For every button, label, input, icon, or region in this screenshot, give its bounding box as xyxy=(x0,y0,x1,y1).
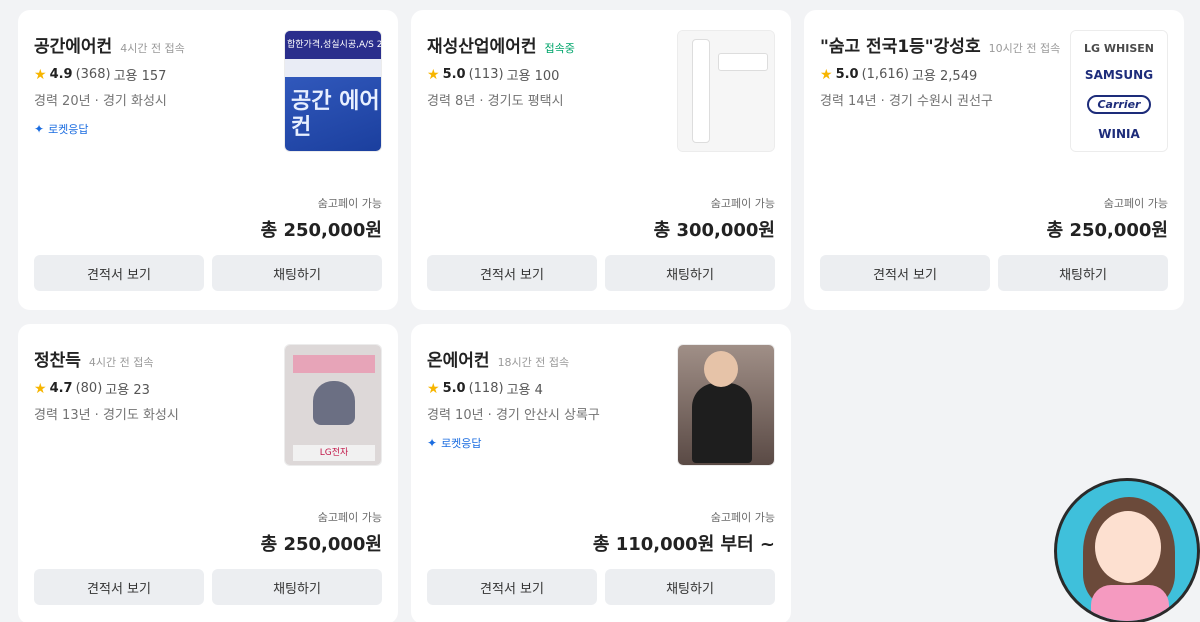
hire-count: 고용 100 xyxy=(506,69,560,84)
career-location: 경력 13년 · 경기도 화성시 xyxy=(34,408,179,423)
wall-ac-image xyxy=(718,53,768,71)
chat-button[interactable]: 채팅하기 xyxy=(998,255,1168,291)
price-total: 총 110,000원 부터 ~ xyxy=(592,534,775,555)
badge-label: 로켓응답 xyxy=(48,123,89,136)
rating-score: 5.0 xyxy=(442,381,466,396)
soomgo-pay-label: 숨고페이 가능 xyxy=(710,511,775,524)
view-quote-button[interactable]: 견적서 보기 xyxy=(427,255,597,291)
pro-card[interactable]: 공간에어컨 4시간 전 접속 ★ 4.9 (368) 고용 157 경력 20년… xyxy=(18,10,398,310)
hire-count: 고용 4 xyxy=(506,383,543,398)
hire-count: 고용 23 xyxy=(105,383,150,398)
brand-logo-carrier: Carrier xyxy=(1087,94,1151,114)
hire-count: 고용 157 xyxy=(113,69,167,84)
soomgo-pay-label: 숨고페이 가능 xyxy=(1103,197,1168,210)
last-seen-status: 18시간 전 접속 xyxy=(497,356,570,369)
pro-name[interactable]: 재성산업에어컨 xyxy=(427,32,536,57)
pro-name[interactable]: 온에어컨 xyxy=(427,346,490,371)
id-card-band xyxy=(293,355,375,373)
star-icon: ★ xyxy=(427,380,440,397)
price-total: 총 300,000원 xyxy=(653,220,775,241)
photo-person-body xyxy=(692,383,752,463)
badge-label: 로켓응답 xyxy=(441,437,482,450)
pro-thumbnail[interactable]: LG전자 xyxy=(284,344,382,466)
star-icon: ★ xyxy=(820,66,833,83)
id-photo xyxy=(313,381,355,425)
pro-thumbnail[interactable]: LG WHISEN SAMSUNG Carrier WINIA xyxy=(1070,30,1168,152)
pro-card[interactable]: 온에어컨 18시간 전 접속 ★ 5.0 (118) 고용 4 경력 10년 ·… xyxy=(411,324,791,622)
soomgo-pay-label: 숨고페이 가능 xyxy=(317,197,382,210)
pro-thumbnail[interactable] xyxy=(677,30,775,152)
brand-logo-winia: WINIA xyxy=(1098,126,1140,141)
star-icon: ★ xyxy=(427,66,440,83)
star-icon: ★ xyxy=(34,380,47,397)
avatar-face xyxy=(1095,511,1161,583)
photo-person-head xyxy=(704,351,738,387)
chat-button[interactable]: 채팅하기 xyxy=(605,255,775,291)
review-count: (368) xyxy=(75,67,111,82)
brand-logo-lg: LG WHISEN xyxy=(1084,41,1154,55)
review-count: (1,616) xyxy=(861,67,909,82)
pro-card[interactable]: 정찬득 4시간 전 접속 ★ 4.7 (80) 고용 23 경력 13년 · 경… xyxy=(18,324,398,622)
pro-card[interactable]: 재성산업에어컨 접속중 ★ 5.0 (113) 고용 100 경력 8년 · 경… xyxy=(411,10,791,310)
view-quote-button[interactable]: 견적서 보기 xyxy=(34,569,204,605)
view-quote-button[interactable]: 견적서 보기 xyxy=(427,569,597,605)
career-location: 경력 10년 · 경기 안산시 상록구 xyxy=(427,408,600,423)
rocket-icon: ✦ xyxy=(34,122,45,136)
pro-name[interactable]: 정찬득 xyxy=(34,346,81,371)
brand-logo-samsung: SAMSUNG xyxy=(1084,67,1154,82)
star-icon: ★ xyxy=(34,66,47,83)
rocket-response-badge: ✦ 로켓응답 xyxy=(34,121,278,137)
price-total: 총 250,000원 xyxy=(1046,220,1168,241)
pro-name[interactable]: 공간에어컨 xyxy=(34,32,112,57)
pro-card[interactable]: "숨고 전국1등"강성호 10시간 전 접속 ★ 5.0 (1,616) 고용 … xyxy=(804,10,1184,310)
review-count: (118) xyxy=(468,381,504,396)
view-quote-button[interactable]: 견적서 보기 xyxy=(34,255,204,291)
rocket-response-badge: ✦ 로켓응답 xyxy=(427,435,671,451)
review-count: (113) xyxy=(468,67,504,82)
hire-count: 고용 2,549 xyxy=(911,69,978,84)
last-seen-status: 4시간 전 접속 xyxy=(120,42,185,55)
avatar-shirt xyxy=(1091,585,1169,621)
last-seen-status: 10시간 전 접속 xyxy=(988,42,1061,55)
chat-button[interactable]: 채팅하기 xyxy=(212,569,382,605)
rating-score: 5.0 xyxy=(442,67,466,82)
standing-ac-image xyxy=(692,39,710,143)
pro-name[interactable]: "숨고 전국1등"강성호 xyxy=(820,32,981,57)
brand-logos-strip xyxy=(285,59,381,77)
thumbnail-logo-text: 공간 에어컨 xyxy=(291,89,380,140)
soomgo-pay-label: 숨고페이 가능 xyxy=(317,511,382,524)
view-quote-button[interactable]: 견적서 보기 xyxy=(820,255,990,291)
rating-score: 5.0 xyxy=(835,67,859,82)
pro-thumbnail[interactable] xyxy=(677,344,775,466)
chat-button[interactable]: 채팅하기 xyxy=(212,255,382,291)
career-location: 경력 14년 · 경기 수원시 권선구 xyxy=(820,94,993,109)
online-status: 접속중 xyxy=(544,42,575,55)
soomgo-pay-label: 숨고페이 가능 xyxy=(710,197,775,210)
review-count: (80) xyxy=(75,381,103,396)
rocket-icon: ✦ xyxy=(427,436,438,450)
thumbnail-banner-text: 합한가격,성실시공,A/S 2년 xyxy=(285,31,381,59)
rating-score: 4.7 xyxy=(49,381,73,396)
price-total: 총 250,000원 xyxy=(260,534,382,555)
id-card-logo: LG전자 xyxy=(293,445,375,461)
career-location: 경력 20년 · 경기 화성시 xyxy=(34,94,167,109)
floating-avatar[interactable] xyxy=(1054,478,1200,622)
last-seen-status: 4시간 전 접속 xyxy=(88,356,154,369)
pro-thumbnail[interactable]: 합한가격,성실시공,A/S 2년 공간 에어컨 xyxy=(284,30,382,152)
rating-score: 4.9 xyxy=(49,67,73,82)
career-location: 경력 8년 · 경기도 평택시 xyxy=(427,94,564,109)
price-total: 총 250,000원 xyxy=(260,220,382,241)
chat-button[interactable]: 채팅하기 xyxy=(605,569,775,605)
